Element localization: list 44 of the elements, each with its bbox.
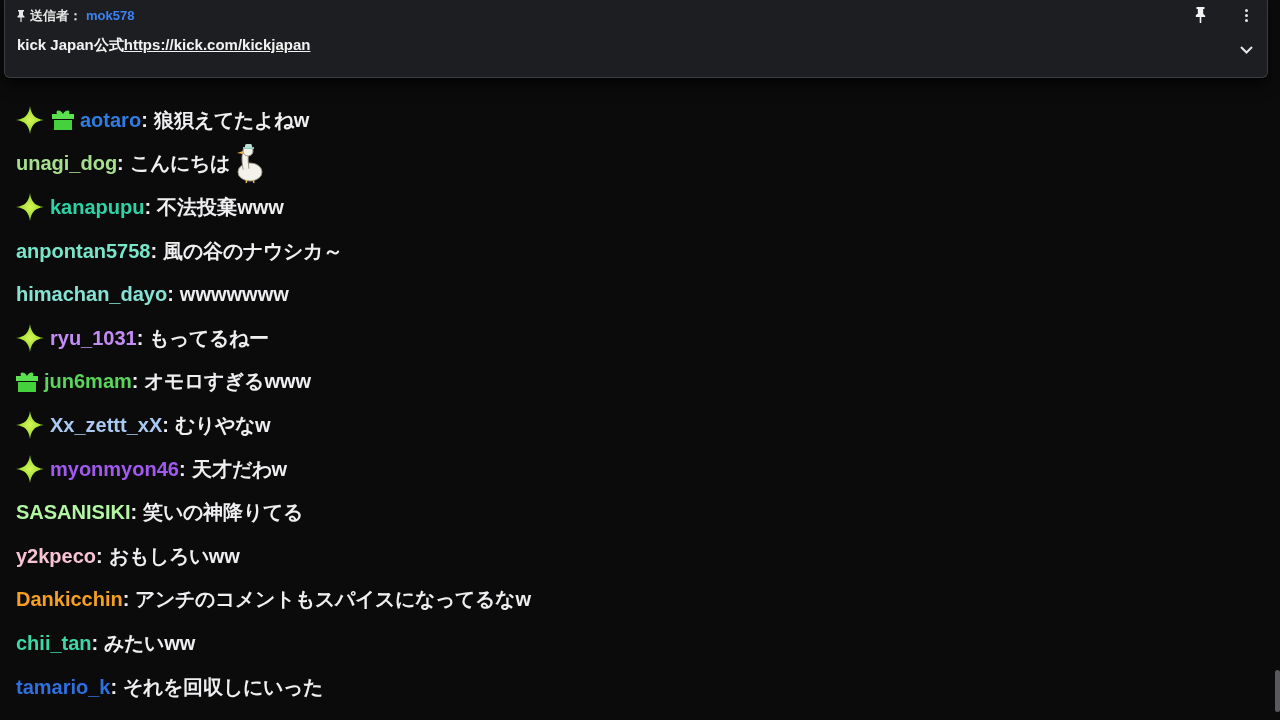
chat-message-text: もってるねー	[149, 325, 270, 351]
pin-icon	[1194, 7, 1206, 23]
sparkle-icon	[16, 410, 44, 439]
username[interactable]: aotaro:	[80, 105, 148, 134]
chat-message-text: 狼狽えてたよねw	[153, 107, 310, 133]
chat-message-text: アンチのコメントもスパイスになってるなw	[135, 587, 531, 613]
chat-message-text: wwwwwww	[179, 282, 289, 308]
message-link[interactable]: https://kick.com/kickjapan	[123, 36, 311, 53]
gift-icon	[52, 109, 74, 131]
username[interactable]: anpontan5758:	[16, 236, 158, 265]
username[interactable]: chii_tan:	[16, 628, 99, 657]
sparkle-icon	[16, 105, 44, 134]
sparkle-icon	[16, 193, 44, 221]
chat-message-text: みたいww	[104, 630, 196, 656]
username[interactable]: myonmyon46:	[50, 454, 186, 483]
chat-message-text: むりやなw	[174, 412, 271, 438]
chat-message-text: 天才だわw	[191, 456, 288, 482]
username[interactable]: SASANISIKI:	[16, 498, 138, 527]
username[interactable]: ryu_1031:	[50, 323, 144, 352]
pin-icon	[17, 9, 25, 22]
pinned-message-text: kick Japan公式https://kick.com/kickjapan	[17, 35, 311, 55]
username[interactable]: unagi_dog:	[16, 149, 124, 178]
username[interactable]: jun6mam:	[44, 367, 139, 396]
chat-message-text: 不法投棄www	[157, 195, 284, 220]
sparkle-icon	[16, 454, 44, 483]
scrollbar-thumb[interactable]	[1275, 670, 1280, 712]
username[interactable]: kanapupu:	[50, 193, 152, 221]
chat-message-text: 風の谷のナウシカ～	[163, 238, 344, 264]
chat-message-text: オモロすぎるwww	[144, 369, 312, 395]
username[interactable]: Xx_zettt_xX:	[50, 410, 169, 439]
sender-label: 送信者：	[30, 6, 82, 25]
chat-message-text: おもしろいww	[108, 543, 240, 569]
gift-icon	[16, 370, 38, 392]
chat-message-text: それを回収しにいった	[123, 674, 324, 700]
chat-message-text: こんにちは	[129, 151, 230, 177]
username[interactable]: himachan_dayo:	[16, 280, 174, 309]
chat-message-text: 笑いの神降りてる	[143, 500, 304, 526]
username[interactable]: tamario_k:	[16, 672, 118, 701]
username[interactable]: Dankicchin:	[16, 585, 130, 614]
username[interactable]: y2kpeco:	[16, 541, 103, 570]
sender-name[interactable]: mok578	[86, 5, 135, 26]
sparkle-icon	[16, 323, 44, 352]
kebab-menu-icon	[1244, 8, 1248, 22]
chevron-down-icon	[1239, 46, 1253, 54]
